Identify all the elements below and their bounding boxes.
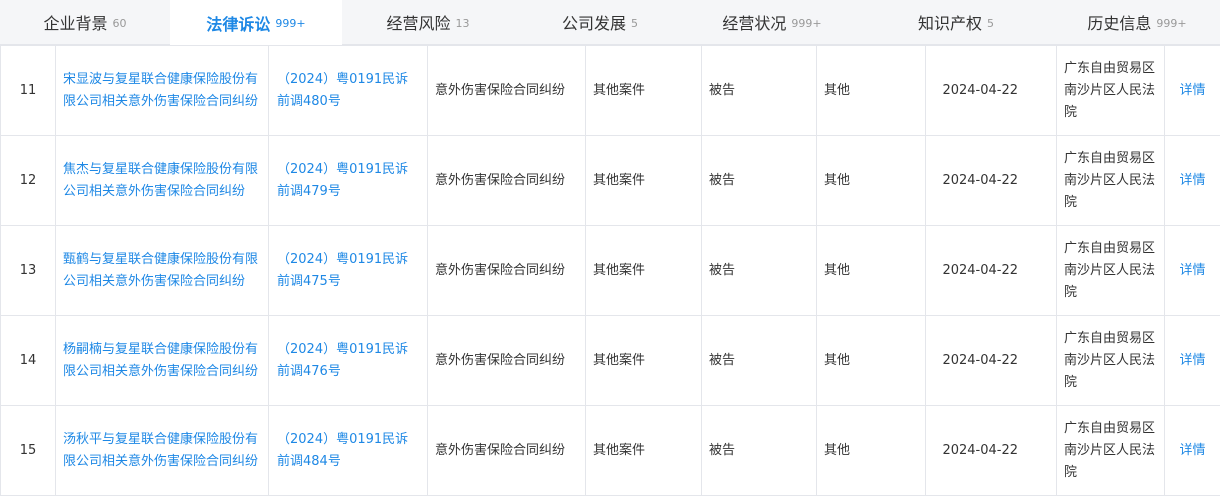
tab-count: 999+: [791, 16, 822, 30]
table-row: 13 甄鹤与复星联合健康保险股份有限公司相关意外伤害保险合同纠纷 （2024）粤…: [0, 225, 1220, 316]
tab-label: 经营状况: [722, 14, 787, 33]
detail-link[interactable]: 详情: [1164, 45, 1220, 136]
tab-history-info[interactable]: 历史信息 999+: [1054, 0, 1220, 44]
party-role: 被告: [701, 315, 817, 406]
table-row: 14 杨嗣楠与复星联合健康保险股份有限公司相关意外伤害保险合同纠纷 （2024）…: [0, 315, 1220, 406]
case-date: 2024-04-22: [925, 135, 1057, 226]
case-date: 2024-04-22: [925, 225, 1057, 316]
tab-count: 60: [112, 16, 127, 30]
tab-label: 法律诉讼: [206, 14, 271, 34]
detail-link[interactable]: 详情: [1164, 405, 1220, 496]
tab-count: 999+: [1156, 16, 1187, 30]
case-type: 其他案件: [585, 135, 702, 226]
case-cause: 意外伤害保险合同纠纷: [427, 135, 586, 226]
table-row: 15 汤秋平与复星联合健康保险股份有限公司相关意外伤害保险合同纠纷 （2024）…: [0, 405, 1220, 496]
tab-legal-litigation[interactable]: 法律诉讼 999+: [170, 0, 342, 45]
tab-count: 999+: [275, 17, 306, 30]
tab-label: 知识产权: [917, 14, 982, 33]
tab-company-development[interactable]: 公司发展 5: [514, 0, 686, 44]
row-index: 11: [0, 45, 56, 136]
detail-link[interactable]: 详情: [1164, 135, 1220, 226]
case-result: 其他: [816, 135, 926, 226]
tab-business-risk[interactable]: 经营风险 13: [342, 0, 514, 44]
court-name: 广东自由贸易区南沙片区人民法院: [1056, 225, 1165, 316]
case-title-link[interactable]: 宋显波与复星联合健康保险股份有限公司相关意外伤害保险合同纠纷: [55, 45, 269, 136]
case-number-link[interactable]: （2024）粤0191民诉前调484号: [268, 405, 428, 496]
tab-label: 经营风险: [386, 14, 451, 33]
party-role: 被告: [701, 45, 817, 136]
row-index: 14: [0, 315, 56, 406]
party-role: 被告: [701, 225, 817, 316]
case-date: 2024-04-22: [925, 45, 1057, 136]
tab-label: 公司发展: [561, 14, 626, 33]
row-index: 15: [0, 405, 56, 496]
party-role: 被告: [701, 405, 817, 496]
case-number-link[interactable]: （2024）粤0191民诉前调476号: [268, 315, 428, 406]
case-title-link[interactable]: 甄鹤与复星联合健康保险股份有限公司相关意外伤害保险合同纠纷: [55, 225, 269, 316]
case-title-link[interactable]: 焦杰与复星联合健康保险股份有限公司相关意外伤害保险合同纠纷: [55, 135, 269, 226]
case-date: 2024-04-22: [925, 315, 1057, 406]
court-name: 广东自由贸易区南沙片区人民法院: [1056, 45, 1165, 136]
case-cause: 意外伤害保险合同纠纷: [427, 45, 586, 136]
case-result: 其他: [816, 45, 926, 136]
case-cause: 意外伤害保险合同纠纷: [427, 315, 586, 406]
row-index: 13: [0, 225, 56, 316]
case-type: 其他案件: [585, 315, 702, 406]
table-row: 11 宋显波与复星联合健康保险股份有限公司相关意外伤害保险合同纠纷 （2024）…: [0, 45, 1220, 136]
tab-count: 13: [455, 16, 470, 30]
case-number-link[interactable]: （2024）粤0191民诉前调480号: [268, 45, 428, 136]
case-title-link[interactable]: 杨嗣楠与复星联合健康保险股份有限公司相关意外伤害保险合同纠纷: [55, 315, 269, 406]
case-result: 其他: [816, 405, 926, 496]
party-role: 被告: [701, 135, 817, 226]
case-date: 2024-04-22: [925, 405, 1057, 496]
court-name: 广东自由贸易区南沙片区人民法院: [1056, 405, 1165, 496]
case-number-link[interactable]: （2024）粤0191民诉前调479号: [268, 135, 428, 226]
detail-link[interactable]: 详情: [1164, 315, 1220, 406]
litigation-table: 11 宋显波与复星联合健康保险股份有限公司相关意外伤害保险合同纠纷 （2024）…: [0, 45, 1220, 496]
case-type: 其他案件: [585, 45, 702, 136]
section-tab-bar: 企业背景 60 法律诉讼 999+ 经营风险 13 公司发展 5 经营状况 99…: [0, 0, 1220, 45]
tab-label: 企业背景: [43, 14, 108, 33]
case-result: 其他: [816, 225, 926, 316]
case-cause: 意外伤害保险合同纠纷: [427, 405, 586, 496]
tab-operating-status[interactable]: 经营状况 999+: [686, 0, 858, 44]
case-type: 其他案件: [585, 225, 702, 316]
table-row: 12 焦杰与复星联合健康保险股份有限公司相关意外伤害保险合同纠纷 （2024）粤…: [0, 135, 1220, 226]
case-number-link[interactable]: （2024）粤0191民诉前调475号: [268, 225, 428, 316]
court-name: 广东自由贸易区南沙片区人民法院: [1056, 315, 1165, 406]
case-cause: 意外伤害保险合同纠纷: [427, 225, 586, 316]
case-result: 其他: [816, 315, 926, 406]
row-index: 12: [0, 135, 56, 226]
tab-label: 历史信息: [1087, 14, 1152, 33]
tab-count: 5: [987, 16, 994, 30]
tab-intellectual-property[interactable]: 知识产权 5: [858, 0, 1054, 44]
case-type: 其他案件: [585, 405, 702, 496]
court-name: 广东自由贸易区南沙片区人民法院: [1056, 135, 1165, 226]
tab-company-background[interactable]: 企业背景 60: [0, 0, 170, 44]
tab-count: 5: [631, 16, 638, 30]
case-title-link[interactable]: 汤秋平与复星联合健康保险股份有限公司相关意外伤害保险合同纠纷: [55, 405, 269, 496]
detail-link[interactable]: 详情: [1164, 225, 1220, 316]
